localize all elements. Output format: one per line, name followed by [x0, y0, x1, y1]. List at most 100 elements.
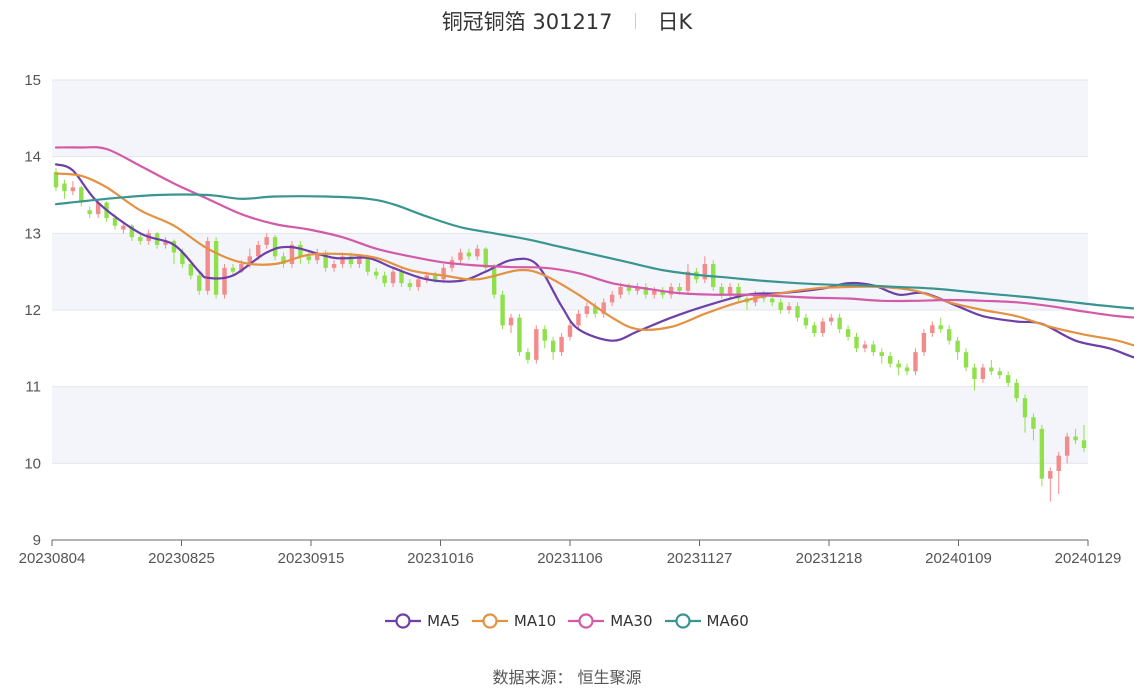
candle	[913, 352, 918, 372]
candle	[1039, 428, 1045, 479]
candle	[618, 287, 623, 295]
candle	[508, 317, 514, 326]
candle	[567, 325, 573, 337]
legend-item-ma10[interactable]: MA10	[471, 612, 557, 630]
candle	[576, 313, 581, 326]
legend-marker-icon	[568, 613, 605, 629]
legend-item-ma60[interactable]: MA60	[664, 612, 749, 630]
candle	[1005, 375, 1011, 383]
candle	[256, 244, 261, 257]
x-tick-label: 20231106	[537, 550, 603, 567]
candle	[837, 317, 842, 330]
candle	[1048, 471, 1053, 479]
candle	[517, 317, 522, 353]
candle	[778, 302, 783, 310]
candle	[584, 306, 590, 314]
candle	[542, 329, 547, 341]
grid-band	[52, 386, 1088, 464]
legend-marker-icon	[385, 613, 422, 629]
candle	[550, 340, 556, 353]
x-tick-label: 20231218	[796, 550, 863, 567]
candle	[812, 325, 817, 333]
candle	[264, 237, 269, 245]
y-tick-label: 11	[25, 379, 41, 396]
candle	[306, 256, 311, 261]
candle	[230, 267, 236, 272]
y-tick-label: 10	[24, 455, 41, 472]
grid-band	[52, 80, 1088, 157]
x-tick-label: 20231016	[407, 550, 474, 567]
candle	[1022, 398, 1028, 418]
chart-legend: MA5 MA10 MA30 MA60	[0, 612, 1134, 634]
candle	[407, 283, 413, 287]
candle	[272, 237, 278, 257]
candle	[458, 252, 463, 261]
candle	[222, 267, 227, 295]
candle	[938, 325, 943, 330]
candle	[626, 287, 632, 291]
candle	[534, 329, 539, 360]
data-source-label: 数据来源：	[492, 668, 573, 687]
legend-label: MA60	[706, 612, 749, 630]
candle	[904, 367, 910, 372]
candle	[668, 287, 674, 295]
candle	[491, 267, 497, 295]
candle	[770, 298, 775, 303]
candle	[213, 241, 219, 295]
candle	[795, 306, 800, 318]
x-tick-label: 20230825	[148, 550, 215, 567]
candle	[298, 244, 303, 257]
candle	[652, 290, 657, 295]
legend-item-ma5[interactable]: MA5	[385, 612, 460, 630]
y-tick-label: 15	[24, 72, 41, 89]
candle	[955, 340, 960, 353]
candle	[1064, 436, 1070, 456]
candle	[121, 225, 126, 230]
candle	[989, 367, 994, 372]
candle	[862, 344, 868, 349]
candle	[854, 336, 859, 349]
candle	[331, 264, 337, 268]
legend-label: MA10	[513, 612, 557, 630]
candle	[62, 183, 67, 192]
candle	[803, 317, 809, 326]
y-tick-label: 9	[33, 532, 41, 549]
legend-item-ma30[interactable]: MA30	[568, 612, 653, 630]
y-tick-label: 13	[24, 225, 41, 242]
data-source-value: 恒生聚源	[577, 668, 642, 687]
candle	[1081, 440, 1087, 448]
candle	[382, 275, 387, 284]
candle	[197, 275, 202, 291]
candle	[727, 287, 733, 295]
candle	[466, 252, 472, 257]
candle	[980, 367, 986, 379]
candle	[946, 329, 952, 341]
candle	[845, 329, 851, 337]
legend-marker-icon	[664, 613, 701, 629]
x-tick-label: 20240109	[925, 550, 992, 567]
candle	[1031, 417, 1036, 429]
candle	[786, 306, 792, 310]
candle	[416, 279, 421, 287]
candle	[719, 287, 724, 295]
legend-marker-icon	[471, 613, 508, 629]
candle	[1014, 382, 1019, 399]
candle	[475, 248, 480, 257]
candle	[930, 325, 935, 333]
legend-label: MA30	[610, 612, 653, 630]
x-tick-label: 20240129	[1055, 550, 1122, 567]
candle	[871, 344, 876, 353]
data-source: 数据来源： 恒生聚源	[0, 664, 1134, 688]
candle	[921, 333, 927, 353]
x-tick-label: 20230915	[278, 550, 345, 567]
candle	[559, 336, 564, 353]
candle	[441, 267, 446, 280]
candle	[829, 317, 834, 322]
y-tick-label: 12	[24, 302, 41, 319]
candle	[390, 271, 396, 284]
candle	[963, 352, 969, 368]
candle	[399, 271, 404, 284]
candle	[820, 321, 825, 333]
candle	[609, 294, 615, 303]
x-tick-label: 20230804	[19, 550, 86, 567]
